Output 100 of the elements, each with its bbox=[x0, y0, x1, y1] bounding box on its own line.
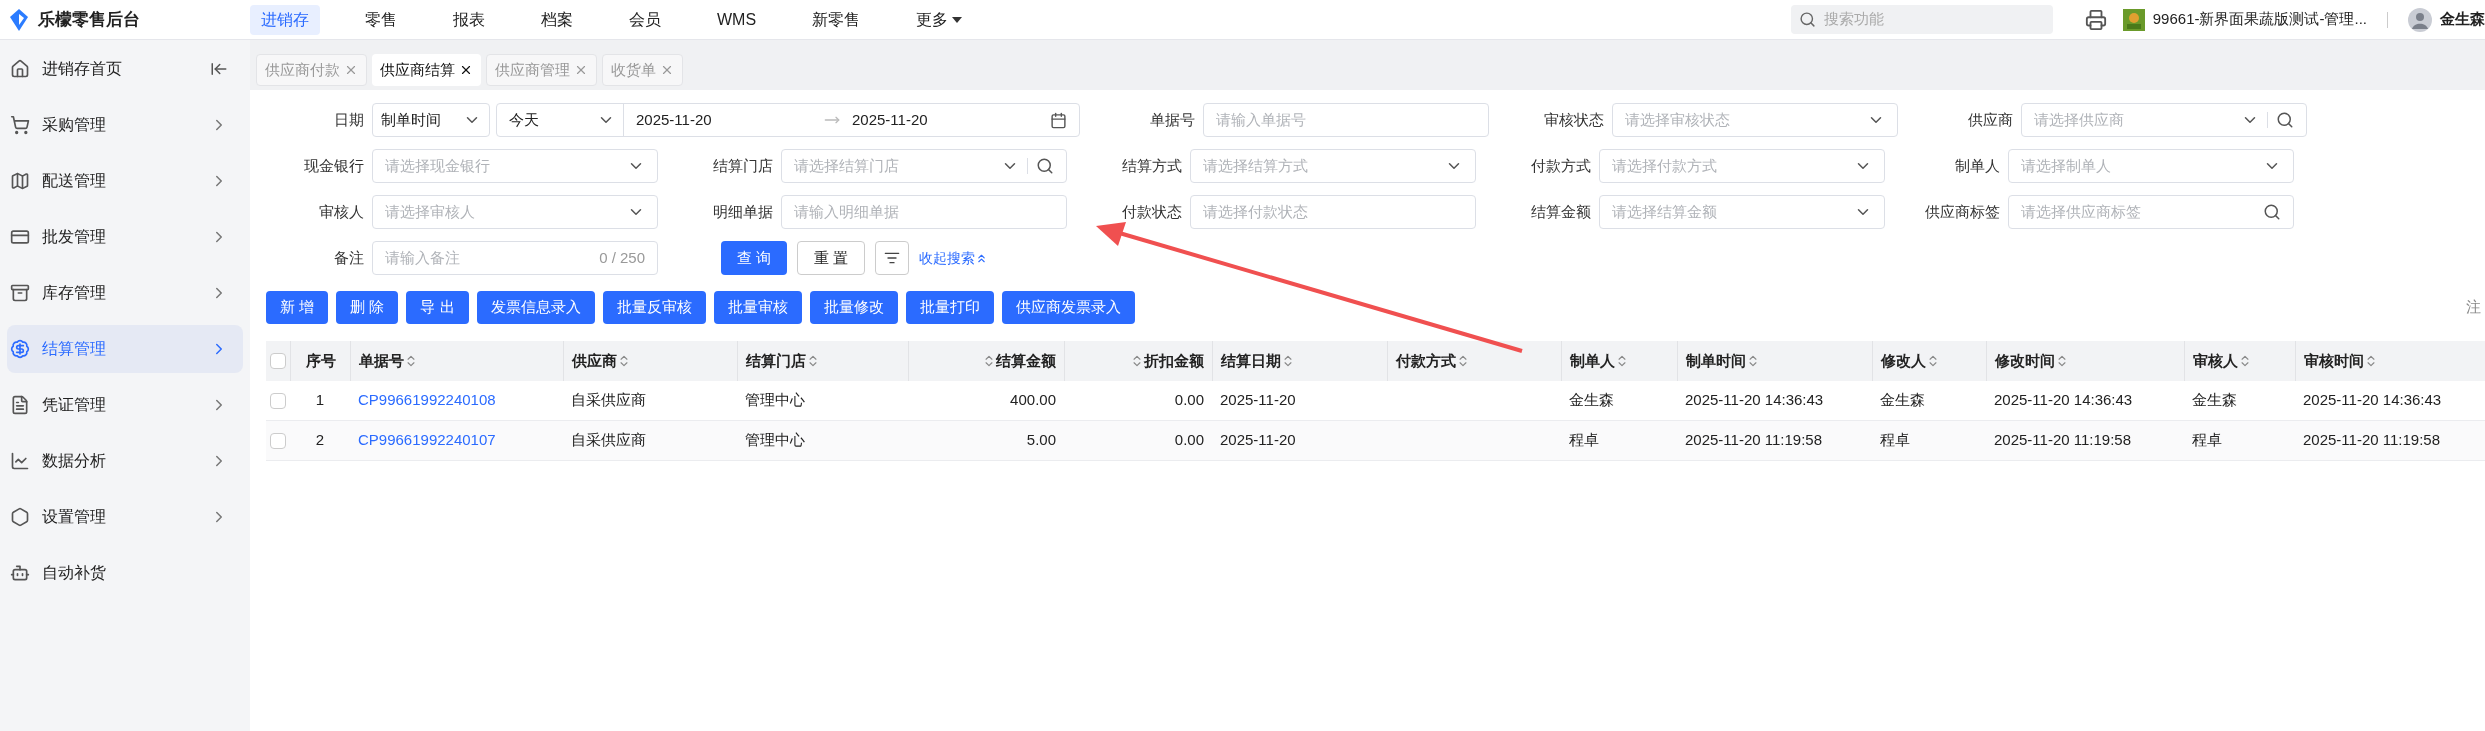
field-placeholder: 请选择结算金额 bbox=[1612, 201, 1718, 222]
field-placeholder: 请选择制单人 bbox=[2021, 155, 2112, 176]
sidebar-item[interactable]: 凭证管理 bbox=[7, 381, 243, 429]
close-icon[interactable] bbox=[459, 63, 473, 77]
nav-tab[interactable]: 报表 bbox=[442, 4, 496, 35]
document-icon bbox=[10, 395, 30, 415]
collapse-search-link[interactable]: 收起搜索 bbox=[919, 247, 989, 269]
action-button[interactable]: 供应商发票录入 bbox=[1001, 291, 1135, 324]
sidebar-item[interactable]: 结算管理 bbox=[7, 325, 243, 373]
checkbox[interactable] bbox=[270, 392, 286, 409]
nav-tab[interactable]: 会员 bbox=[618, 4, 672, 35]
search-icon bbox=[2263, 203, 2281, 221]
collapse-icon[interactable] bbox=[210, 60, 228, 78]
action-button[interactable]: 批量反审核 bbox=[602, 291, 706, 324]
page-tab[interactable]: 供应商结算 bbox=[372, 54, 481, 86]
search-icon[interactable] bbox=[1036, 157, 1054, 175]
caret-icon bbox=[952, 16, 963, 23]
column-header[interactable]: 修改时间 bbox=[1995, 349, 2069, 373]
table-cell-text: 2025-11-20 14:36:43 bbox=[1994, 390, 2133, 411]
side-note: 注 bbox=[2466, 297, 2481, 318]
sidebar-item[interactable]: 数据分析 bbox=[7, 437, 243, 485]
search-icon[interactable] bbox=[2276, 111, 2294, 129]
sidebar-item[interactable]: 批发管理 bbox=[7, 213, 243, 261]
checkbox[interactable] bbox=[270, 353, 286, 369]
select-field[interactable]: 制单时间 bbox=[372, 103, 490, 137]
column-header[interactable]: 付款方式 bbox=[1396, 349, 1470, 373]
table-cell-text: 400.00 bbox=[1010, 390, 1056, 411]
action-button[interactable]: 新 增 bbox=[266, 291, 329, 324]
home-icon bbox=[10, 59, 30, 79]
nav-tab[interactable]: 进销存 bbox=[250, 4, 320, 35]
column-header[interactable]: 结算门店 bbox=[746, 349, 820, 373]
table-cell-text: 程卓 bbox=[1569, 430, 1599, 451]
table-cell-text: 管理中心 bbox=[745, 430, 805, 451]
table-cell-text: 2 bbox=[315, 430, 325, 451]
sidebar-item[interactable]: 采购管理 bbox=[7, 101, 243, 149]
sidebar-item[interactable]: 设置管理 bbox=[7, 493, 243, 541]
column-header: 序号 bbox=[305, 350, 336, 371]
sidebar-item[interactable]: 自动补货 bbox=[7, 549, 243, 597]
table-cell-text: 管理中心 bbox=[745, 390, 805, 411]
checkbox[interactable] bbox=[270, 432, 286, 449]
column-header[interactable]: 折扣金额 bbox=[1130, 349, 1204, 373]
field-placeholder: 请选择供应商标签 bbox=[2021, 201, 2142, 222]
action-button[interactable]: 批量打印 bbox=[905, 291, 994, 324]
nav-tab[interactable]: 零售 bbox=[354, 4, 408, 35]
column-header[interactable]: 供应商 bbox=[572, 349, 631, 373]
sidebar-item[interactable]: 库存管理 bbox=[7, 269, 243, 317]
user-name[interactable]: 金生森 bbox=[2440, 8, 2485, 31]
column-header[interactable]: 修改人 bbox=[1881, 349, 1940, 373]
sidebar-item[interactable]: 配送管理 bbox=[7, 157, 243, 205]
field-placeholder: 搜索功能 bbox=[1823, 9, 1884, 30]
action-button[interactable]: 删 除 bbox=[336, 291, 399, 324]
column-header[interactable]: 制单人 bbox=[1570, 349, 1629, 373]
nav-tab[interactable]: WMS bbox=[706, 4, 768, 35]
calendar-icon[interactable] bbox=[1050, 111, 1067, 129]
field-label: 单据号 bbox=[1150, 109, 1195, 130]
column-header[interactable]: 结算日期 bbox=[1221, 349, 1295, 373]
document-link[interactable]: CP99661992240108 bbox=[358, 389, 496, 412]
field-placeholder: 请输入单据号 bbox=[1216, 109, 1307, 130]
table-cell-text: 2025-11-20 11:19:58 bbox=[1994, 430, 2132, 451]
nav-tab[interactable]: 新零售 bbox=[801, 4, 872, 35]
table-cell-text: 2025-11-20 bbox=[1220, 390, 1296, 411]
field-value: 制单时间 bbox=[381, 109, 442, 130]
sidebar-item[interactable]: 进销存首页 bbox=[7, 45, 243, 93]
field-label: 结算门店 bbox=[713, 155, 773, 176]
filter-settings-button[interactable] bbox=[875, 241, 910, 275]
end-date: 2025-11-20 bbox=[852, 109, 929, 130]
nav-tab[interactable]: 更多 bbox=[905, 4, 974, 35]
column-header[interactable]: 单据号 bbox=[359, 349, 418, 373]
store-name[interactable]: 99661-新界面果蔬版测试-管理... bbox=[2152, 8, 2367, 31]
query-button[interactable]: 查 询 bbox=[721, 241, 788, 275]
avatar-icon[interactable] bbox=[2408, 7, 2432, 32]
field-value: 今天 bbox=[508, 109, 540, 130]
field-label: 结算方式 bbox=[1122, 155, 1182, 176]
nav-tab[interactable]: 档案 bbox=[530, 4, 584, 35]
action-button[interactable]: 发票信息录入 bbox=[476, 291, 595, 324]
field-placeholder: 请输入备注 bbox=[385, 247, 461, 268]
column-header[interactable]: 审核时间 bbox=[2304, 349, 2378, 373]
column-header[interactable]: 结算金额 bbox=[982, 349, 1056, 373]
table-cell-text: 2025-11-20 11:19:58 bbox=[2303, 430, 2441, 451]
table-cell-text: 5.00 bbox=[1026, 430, 1056, 451]
field-placeholder: 请输入明细单据 bbox=[794, 201, 900, 222]
action-button[interactable]: 导 出 bbox=[406, 291, 469, 324]
reset-button[interactable]: 重 置 bbox=[797, 241, 866, 275]
date-range-field[interactable]: 今天 2025-11-20 2025-11-20 bbox=[496, 103, 1080, 137]
table-cell-text: 0.00 bbox=[1174, 390, 1204, 411]
table-cell-text: 0.00 bbox=[1174, 430, 1204, 451]
map-icon bbox=[10, 171, 30, 191]
document-link[interactable]: CP99661992240107 bbox=[358, 429, 496, 452]
field-label: 明细单据 bbox=[713, 201, 773, 222]
field-label: 供应商标签 bbox=[1925, 201, 2000, 222]
column-header[interactable]: 审核人 bbox=[2193, 349, 2252, 373]
field-placeholder: 请选择审核人 bbox=[385, 201, 476, 222]
column-header[interactable]: 制单时间 bbox=[1686, 349, 1760, 373]
printer-icon[interactable] bbox=[2084, 8, 2107, 31]
action-button[interactable]: 批量审核 bbox=[713, 291, 802, 324]
card-icon bbox=[10, 227, 30, 247]
field-placeholder: 请选择付款状态 bbox=[1203, 201, 1309, 222]
field-label: 供应商 bbox=[1968, 109, 2013, 130]
action-button[interactable]: 批量修改 bbox=[809, 291, 898, 324]
field-label: 付款方式 bbox=[1531, 155, 1591, 176]
